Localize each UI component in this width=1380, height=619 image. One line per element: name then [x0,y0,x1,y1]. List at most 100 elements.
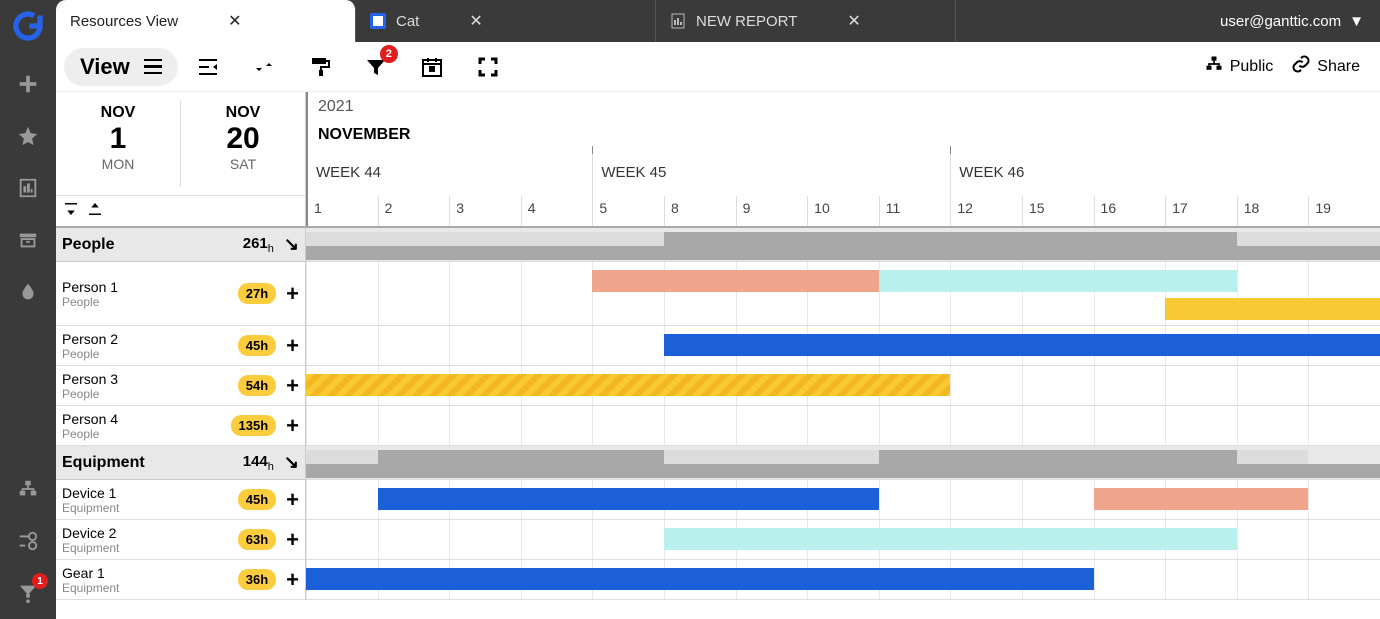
tab-label: Resources View [70,13,178,30]
end-day: 20 [181,122,305,156]
group-equipment[interactable]: Equipment 144h ↘ [56,446,305,480]
add-icon[interactable] [10,66,46,102]
collapse-down-icon[interactable] [62,200,80,223]
tab-bar: Resources View ✕ Cat ✕ NEW REPORT ✕ user… [56,0,1380,42]
task-bar[interactable] [879,270,1237,292]
timeline-header: NOV 1 MON NOV 20 SAT 2021 NOVEMBER WEE [56,92,1380,228]
resource-row[interactable]: Gear 1Equipment 36h + [56,560,305,600]
report-icon [670,13,686,29]
hours-badge: 54h [238,375,276,396]
left-sidebar: 1 [0,0,56,619]
resource-group: People [62,347,238,361]
add-task-icon[interactable]: + [286,281,299,307]
task-bar[interactable] [378,488,879,510]
start-day: 1 [56,122,180,156]
add-task-icon[interactable]: + [286,487,299,513]
archive-icon[interactable] [10,222,46,258]
day-label: 17 [1165,196,1237,226]
day-label: 16 [1094,196,1166,226]
group-hours: 261h [243,235,274,255]
collapse-up-icon[interactable] [86,200,104,223]
logo-icon [10,8,46,44]
help-icon[interactable]: 1 [10,575,46,611]
hours-badge: 27h [238,283,276,304]
end-weekday: SAT [181,156,305,172]
expand-icon[interactable]: ↘ [284,234,299,255]
resource-row[interactable]: Device 1Equipment 45h + [56,480,305,520]
report-icon[interactable] [10,170,46,206]
end-date[interactable]: NOV 20 SAT [181,92,305,195]
resource-row[interactable]: Person 2People 45h + [56,326,305,366]
day-label: 10 [807,196,879,226]
resource-name: Device 2 [62,525,238,541]
add-task-icon[interactable]: + [286,373,299,399]
public-button[interactable]: Public [1204,54,1274,79]
tab-new-report[interactable]: NEW REPORT ✕ [656,0,956,42]
week-label: WEEK 46 [950,154,1380,196]
grid-body: People 261h ↘ Person 1People 27h + Perso… [56,228,1380,600]
add-task-icon[interactable]: + [286,413,299,439]
group-people[interactable]: People 261h ↘ [56,228,305,262]
resource-name: Person 4 [62,411,231,427]
day-label: 15 [1022,196,1094,226]
indent-left-icon[interactable] [188,47,228,87]
task-bar[interactable] [306,568,1094,590]
add-task-icon[interactable]: + [286,567,299,593]
org-icon [1204,54,1224,79]
fullscreen-icon[interactable] [468,47,508,87]
start-weekday: MON [56,156,180,172]
start-month: NOV [56,104,180,122]
resource-group: People [62,387,238,401]
filter-icon[interactable]: 2 [356,47,396,87]
task-bar[interactable] [1094,488,1309,510]
sort-icon[interactable] [244,47,284,87]
project-icon [370,13,386,29]
calendar-icon[interactable] [412,47,452,87]
utilization-bar [1237,232,1380,246]
share-button[interactable]: Share [1291,54,1360,79]
start-date[interactable]: NOV 1 MON [56,92,180,195]
task-bar[interactable] [306,374,950,396]
hours-badge: 45h [238,489,276,510]
user-email: user@ganttic.com [1220,13,1341,30]
tab-cat[interactable]: Cat ✕ [356,0,656,42]
toolbar: View 2 Public Share [56,42,1380,92]
view-button[interactable]: View [64,48,178,86]
utilization-bar [592,232,664,246]
user-menu[interactable]: user@ganttic.com ▼ [1204,0,1380,42]
resource-group: Equipment [62,541,238,555]
add-task-icon[interactable]: + [286,333,299,359]
task-bar[interactable] [664,334,1380,356]
day-label: 2 [378,196,450,226]
tab-resources-view[interactable]: Resources View ✕ [56,0,356,42]
org-icon[interactable] [10,471,46,507]
task-bar[interactable] [1165,298,1380,320]
resource-row[interactable]: Device 2Equipment 63h + [56,520,305,560]
day-label: 12 [950,196,1022,226]
resource-name: Gear 1 [62,565,238,581]
date-range[interactable]: NOV 1 MON NOV 20 SAT [56,92,305,196]
link-icon [1291,54,1311,79]
close-icon[interactable]: ✕ [847,11,860,31]
add-task-icon[interactable]: + [286,527,299,553]
paint-icon[interactable] [300,47,340,87]
gantt-grid[interactable] [306,228,1380,600]
close-icon[interactable]: ✕ [228,11,241,31]
resource-row[interactable]: Person 4People 135h + [56,406,305,446]
close-icon[interactable]: ✕ [469,11,482,31]
task-bar[interactable] [664,528,1237,550]
day-label: 18 [1237,196,1309,226]
resource-row[interactable]: Person 1People 27h + [56,262,305,326]
task-bar[interactable] [592,270,878,292]
star-icon[interactable] [10,118,46,154]
settings-icon[interactable] [10,523,46,559]
day-label: 3 [449,196,521,226]
tab-label: Cat [396,13,419,30]
drop-icon[interactable] [10,274,46,310]
resource-name: Device 1 [62,485,238,501]
public-label: Public [1230,58,1274,76]
resource-row[interactable]: Person 3People 54h + [56,366,305,406]
expand-icon[interactable]: ↘ [284,452,299,473]
resource-name: Person 2 [62,331,238,347]
utilization-bar [306,232,592,246]
